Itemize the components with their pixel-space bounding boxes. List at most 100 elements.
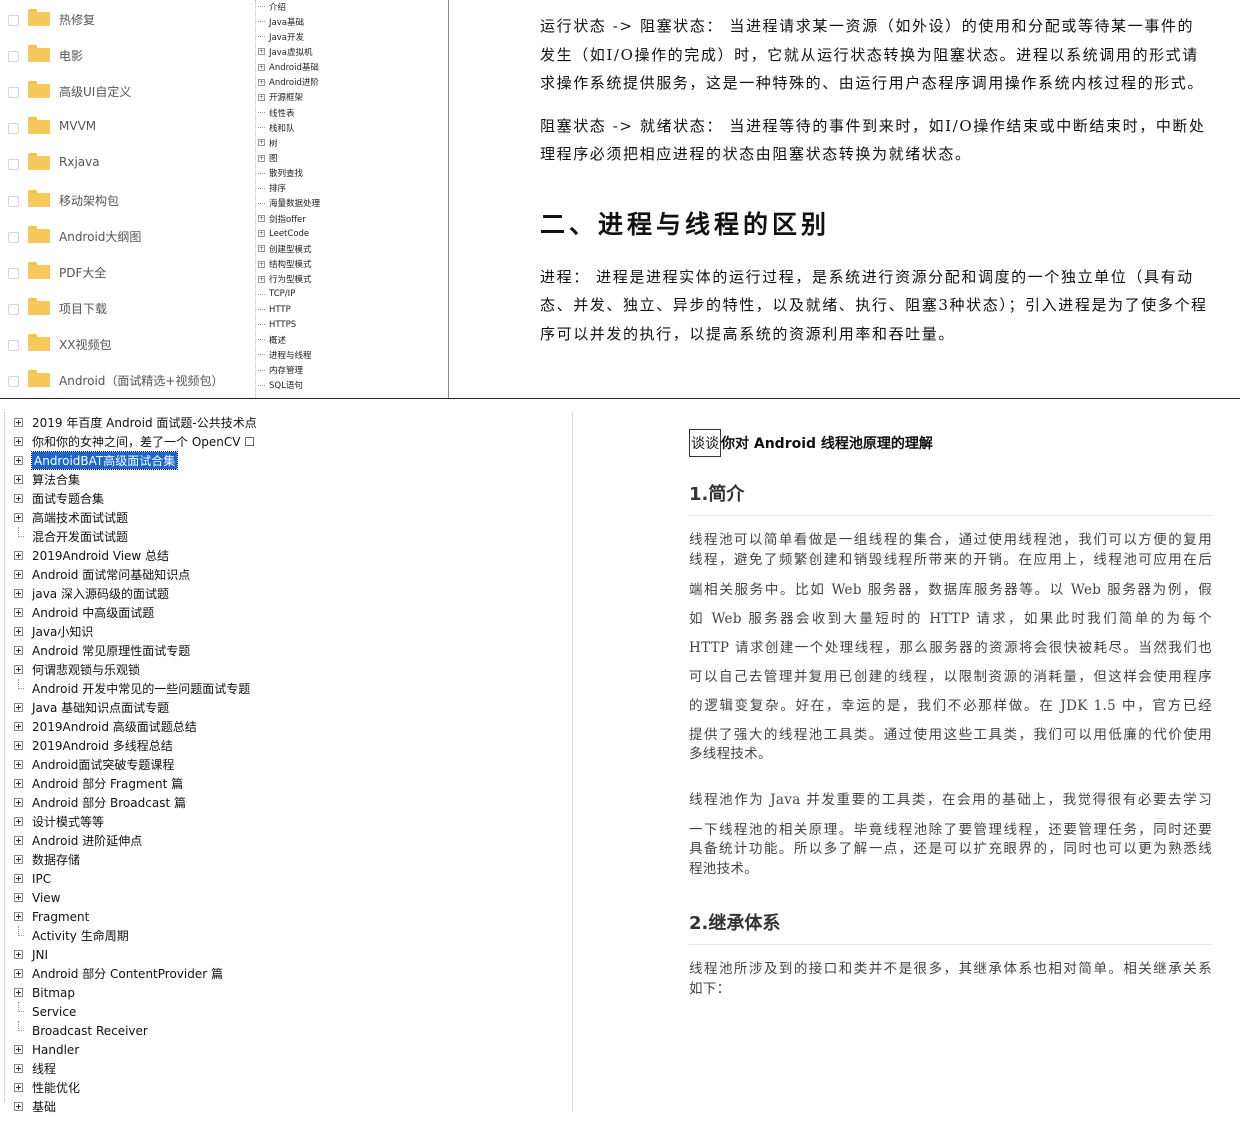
- tree-item-label-selected[interactable]: AndroidBAT高级面试合集: [30, 451, 179, 470]
- tree-expand-icon[interactable]: +: [258, 245, 265, 253]
- tree-expand-icon[interactable]: [14, 741, 23, 750]
- tree-item-label[interactable]: Handler: [32, 1043, 79, 1057]
- tree-expand-icon[interactable]: [14, 893, 23, 902]
- checkbox-icon[interactable]: [8, 15, 19, 26]
- tree-item-label[interactable]: 性能优化: [32, 1079, 80, 1096]
- tree-item-label[interactable]: Java 基础知识点面试专题: [32, 699, 169, 716]
- tree-item[interactable]: Android 进阶延伸点: [14, 831, 274, 850]
- tree-expand-icon[interactable]: +: [258, 275, 265, 283]
- folder-name[interactable]: XX视频包: [59, 336, 111, 353]
- tree-item-label[interactable]: 高端技术面试试题: [32, 509, 128, 526]
- outline-item[interactable]: 排序: [258, 181, 286, 196]
- tree-expand-icon[interactable]: [14, 551, 23, 560]
- tree-item-label[interactable]: Service: [32, 1005, 76, 1019]
- tree-item[interactable]: 设计模式等等: [14, 812, 274, 831]
- folder-name[interactable]: 项目下载: [59, 300, 107, 317]
- tree-expand-icon[interactable]: +: [258, 139, 265, 147]
- tree-item-label[interactable]: Android 进阶延伸点: [32, 832, 142, 849]
- tree-item[interactable]: 混合开发面试试题: [14, 527, 274, 546]
- tree-expand-icon[interactable]: [14, 950, 23, 959]
- tree-expand-icon[interactable]: +: [258, 215, 265, 223]
- folder-name[interactable]: Android（面试精选+视频包）: [59, 372, 223, 389]
- tree-item-label[interactable]: Broadcast Receiver: [32, 1024, 148, 1038]
- checkbox-icon[interactable]: [8, 51, 19, 63]
- tree-expand-icon[interactable]: +: [258, 78, 265, 86]
- checkbox-icon[interactable]: [8, 376, 19, 387]
- tree-item[interactable]: 性能优化: [14, 1078, 274, 1097]
- tree-item[interactable]: Android 中高级面试题: [14, 603, 274, 622]
- outline-item[interactable]: 进程与线程: [258, 347, 312, 362]
- tree-item[interactable]: 2019 年百度 Android 面试题-公共技术点: [14, 413, 274, 432]
- checkbox-icon[interactable]: [8, 231, 19, 243]
- tree-item[interactable]: 何谓悲观锁与乐观锁: [14, 660, 274, 679]
- folder-name[interactable]: PDF大全: [59, 264, 106, 281]
- tree-expand-icon[interactable]: +: [258, 260, 265, 268]
- checkbox-icon[interactable]: [8, 87, 19, 99]
- tree-item[interactable]: Android 部分 ContentProvider 篇: [14, 964, 274, 983]
- tree-item-label[interactable]: Android 开发中常见的一些问题面试专题: [32, 680, 250, 697]
- tree-item[interactable]: Android 开发中常见的一些问题面试专题: [14, 679, 274, 698]
- tree-expand-icon[interactable]: [14, 798, 23, 807]
- outline-item[interactable]: + Android进阶: [258, 75, 319, 90]
- tree-expand-icon[interactable]: [14, 570, 23, 579]
- outline-item[interactable]: 海量数据处理: [258, 196, 320, 211]
- tree-item-label[interactable]: 2019Android 多线程总结: [32, 737, 173, 754]
- checkbox-icon[interactable]: [8, 267, 19, 279]
- tree-item[interactable]: 2019Android 高级面试题总结: [14, 717, 274, 736]
- outline-item[interactable]: + 剑指offer: [258, 211, 306, 226]
- tree-expand-icon[interactable]: [14, 779, 23, 788]
- tree-item[interactable]: Bitmap: [14, 983, 274, 1002]
- tree-expand-icon[interactable]: +: [258, 230, 265, 238]
- outline-item[interactable]: HTTPS: [258, 317, 296, 332]
- tree-expand-icon[interactable]: [14, 456, 23, 465]
- tree-item[interactable]: 数据存储: [14, 850, 274, 869]
- tree-item-label[interactable]: 2019 年百度 Android 面试题-公共技术点: [32, 414, 257, 431]
- folder-row[interactable]: MVVM: [0, 110, 250, 146]
- tree-item-label[interactable]: 2019Android View 总结: [32, 547, 169, 564]
- tree-item[interactable]: JNI: [14, 945, 274, 964]
- tree-item-label[interactable]: 线程: [32, 1060, 56, 1077]
- tree-expand-icon[interactable]: [14, 836, 23, 845]
- tree-expand-icon[interactable]: [14, 988, 23, 997]
- tree-item[interactable]: Java小知识: [14, 622, 274, 641]
- tree-expand-icon[interactable]: [14, 589, 23, 598]
- outline-item[interactable]: TCP/IP: [258, 287, 295, 302]
- checkbox-icon[interactable]: [8, 159, 19, 171]
- tree-expand-icon[interactable]: [14, 627, 23, 636]
- outline-item[interactable]: + 树: [258, 135, 278, 150]
- folder-name[interactable]: 高级UI自定义: [59, 83, 131, 100]
- folder-row[interactable]: Android（面试精选+视频包）: [0, 363, 250, 399]
- tree-item-label[interactable]: Android 常见原理性面试专题: [32, 642, 190, 659]
- outline-item[interactable]: 概述: [258, 332, 286, 347]
- folder-row[interactable]: Rxjava: [0, 146, 250, 182]
- tree-item[interactable]: 算法合集: [14, 470, 274, 489]
- tree-item-label[interactable]: 面试专题合集: [32, 490, 104, 507]
- folder-name[interactable]: 热修复: [59, 11, 95, 28]
- tree-expand-icon[interactable]: [14, 912, 23, 921]
- tree-item-label[interactable]: JNI: [32, 948, 48, 962]
- folder-row[interactable]: 项目下载: [0, 291, 250, 327]
- outline-item[interactable]: 介绍: [258, 0, 286, 14]
- checkbox-icon[interactable]: [8, 339, 19, 351]
- tree-expand-icon[interactable]: [14, 1045, 23, 1054]
- tree-expand-icon[interactable]: [14, 760, 23, 769]
- tree-expand-icon[interactable]: +: [258, 63, 265, 71]
- outline-item[interactable]: + Java虚拟机: [258, 44, 312, 59]
- outline-item[interactable]: 线性表: [258, 105, 295, 120]
- tree-expand-icon[interactable]: [14, 1102, 23, 1111]
- tree-item-label[interactable]: 数据存储: [32, 851, 80, 868]
- tree-item-label[interactable]: Android 部分 Broadcast 篇: [32, 794, 186, 811]
- outline-item[interactable]: 栈和队: [258, 120, 295, 135]
- tree-item-label[interactable]: IPC: [32, 872, 51, 886]
- outline-item[interactable]: Java开发: [258, 29, 304, 44]
- outline-item[interactable]: + 开源框架: [258, 90, 303, 105]
- tree-item[interactable]: Android 部分 Fragment 篇: [14, 774, 274, 793]
- tree-expand-icon[interactable]: [14, 646, 23, 655]
- checkbox-icon[interactable]: [8, 303, 19, 315]
- outline-item[interactable]: + 结构型模式: [258, 257, 312, 272]
- tree-item[interactable]: 基础: [14, 1097, 274, 1116]
- tree-expand-icon[interactable]: [14, 703, 23, 712]
- outline-item[interactable]: Java基础: [258, 14, 304, 29]
- outline-item[interactable]: + Android基础: [258, 60, 319, 75]
- tree-expand-icon[interactable]: [14, 817, 23, 826]
